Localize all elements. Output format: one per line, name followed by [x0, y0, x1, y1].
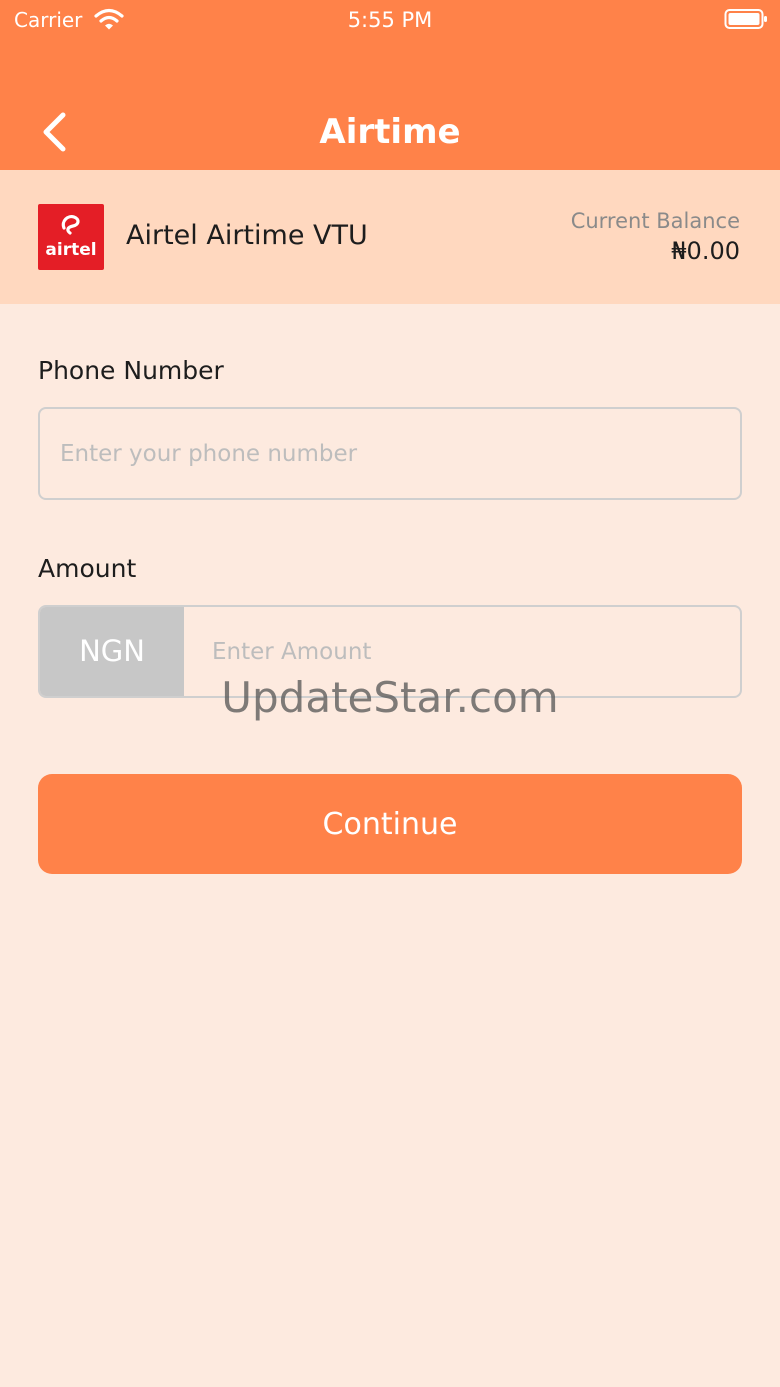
balance-label: Current Balance — [570, 209, 740, 233]
currency-label: NGN — [40, 607, 184, 696]
amount-label: Amount — [38, 554, 137, 583]
phone-number-input[interactable] — [38, 407, 742, 500]
amount-input[interactable] — [184, 607, 740, 696]
provider-bar: airtel Airtel Airtime VTU Current Balanc… — [0, 170, 780, 304]
amount-field: NGN — [38, 605, 742, 698]
battery-icon — [724, 9, 767, 29]
continue-button[interactable]: Continue — [38, 774, 742, 874]
page-title: Airtime — [319, 112, 461, 152]
airtel-logo-text: airtel — [45, 240, 97, 260]
airtel-logo: airtel — [38, 204, 104, 270]
airtel-swirl-icon — [61, 215, 80, 235]
status-time: 5:55 PM — [347, 8, 433, 32]
balance-value: ₦0.00 — [671, 237, 740, 265]
nav-header: Carrier 5:55 PM Airtime — [0, 0, 780, 170]
phone-number-label: Phone Number — [38, 356, 224, 385]
provider-name: Airtel Airtime VTU — [126, 220, 368, 251]
